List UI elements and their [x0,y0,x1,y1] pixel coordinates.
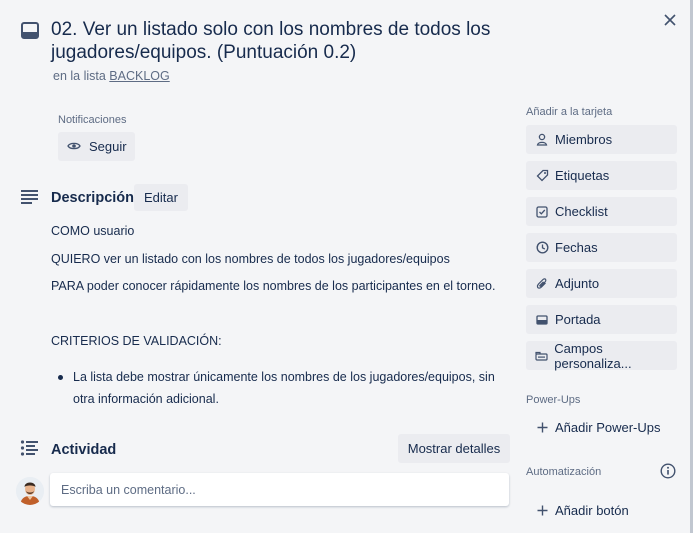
members-button[interactable]: Miembros [526,125,677,154]
description-line: COMO usuario [51,224,135,238]
checklist-label: Checklist [555,204,608,219]
checklist-button[interactable]: Checklist [526,197,677,226]
list-breadcrumb: en la lista BACKLOG [53,69,170,83]
card-icon [20,22,40,40]
custom-fields-button[interactable]: Campos personaliza... [526,340,677,371]
close-icon[interactable] [661,11,679,29]
paperclip-icon [535,277,549,290]
powerups-label: Power-Ups [526,394,581,406]
follow-label: Seguir [89,139,127,154]
follow-button[interactable]: Seguir [58,132,135,161]
labels-button[interactable]: Etiquetas [526,161,677,190]
show-details-button[interactable]: Mostrar detalles [398,434,510,463]
description-title: Descripción [51,190,134,206]
add-powerups-button[interactable]: Añadir Power-Ups [526,413,686,442]
person-icon [535,133,549,146]
notifications-label: Notificaciones [58,114,127,126]
in-list-prefix: en la lista [53,69,106,83]
avatar[interactable] [16,477,44,505]
clock-icon [535,241,549,254]
automation-label: Automatización [526,466,602,478]
bullet-text: La lista debe mostrar únicamente los nom… [73,370,495,406]
eye-icon [67,139,81,154]
add-button-button[interactable]: Añadir botón [526,496,686,525]
add-powerups-label: Añadir Power-Ups [555,420,661,435]
description-line: QUIERO ver un listado con los nombres de… [51,252,450,266]
custom-fields-label: Campos personaliza... [554,340,632,371]
description-line: PARA poder conocer rápidamente los nombr… [51,279,496,293]
cover-button[interactable]: Portada [526,305,677,334]
description-icon [20,189,40,205]
plus-icon [535,422,549,433]
dates-button[interactable]: Fechas [526,233,677,262]
bullet-dot [58,375,63,380]
members-label: Miembros [555,132,613,147]
attachment-label: Adjunto [555,276,600,291]
add-to-card-label: Añadir a la tarjeta [526,106,613,118]
activity-icon [20,440,40,456]
card-title[interactable]: 02. Ver un listado solo con los nombres … [51,18,651,64]
plus-icon [535,505,549,516]
checklist-icon [535,205,549,218]
tag-icon [535,169,549,182]
labels-label: Etiquetas [555,168,610,183]
activity-title: Actividad [51,442,117,458]
add-button-label: Añadir botón [555,503,629,518]
attachment-button[interactable]: Adjunto [526,269,677,298]
dates-label: Fechas [555,240,598,255]
list-link[interactable]: BACKLOG [109,69,169,83]
info-icon[interactable] [660,463,676,479]
description-line: CRITERIOS DE VALIDACIÓN: [51,334,222,348]
edit-description-button[interactable]: Editar [134,184,188,211]
cover-icon [535,314,549,325]
cover-label: Portada [555,312,601,327]
custom-fields-icon [535,351,548,361]
comment-input[interactable]: Escriba un comentario... [50,473,509,506]
